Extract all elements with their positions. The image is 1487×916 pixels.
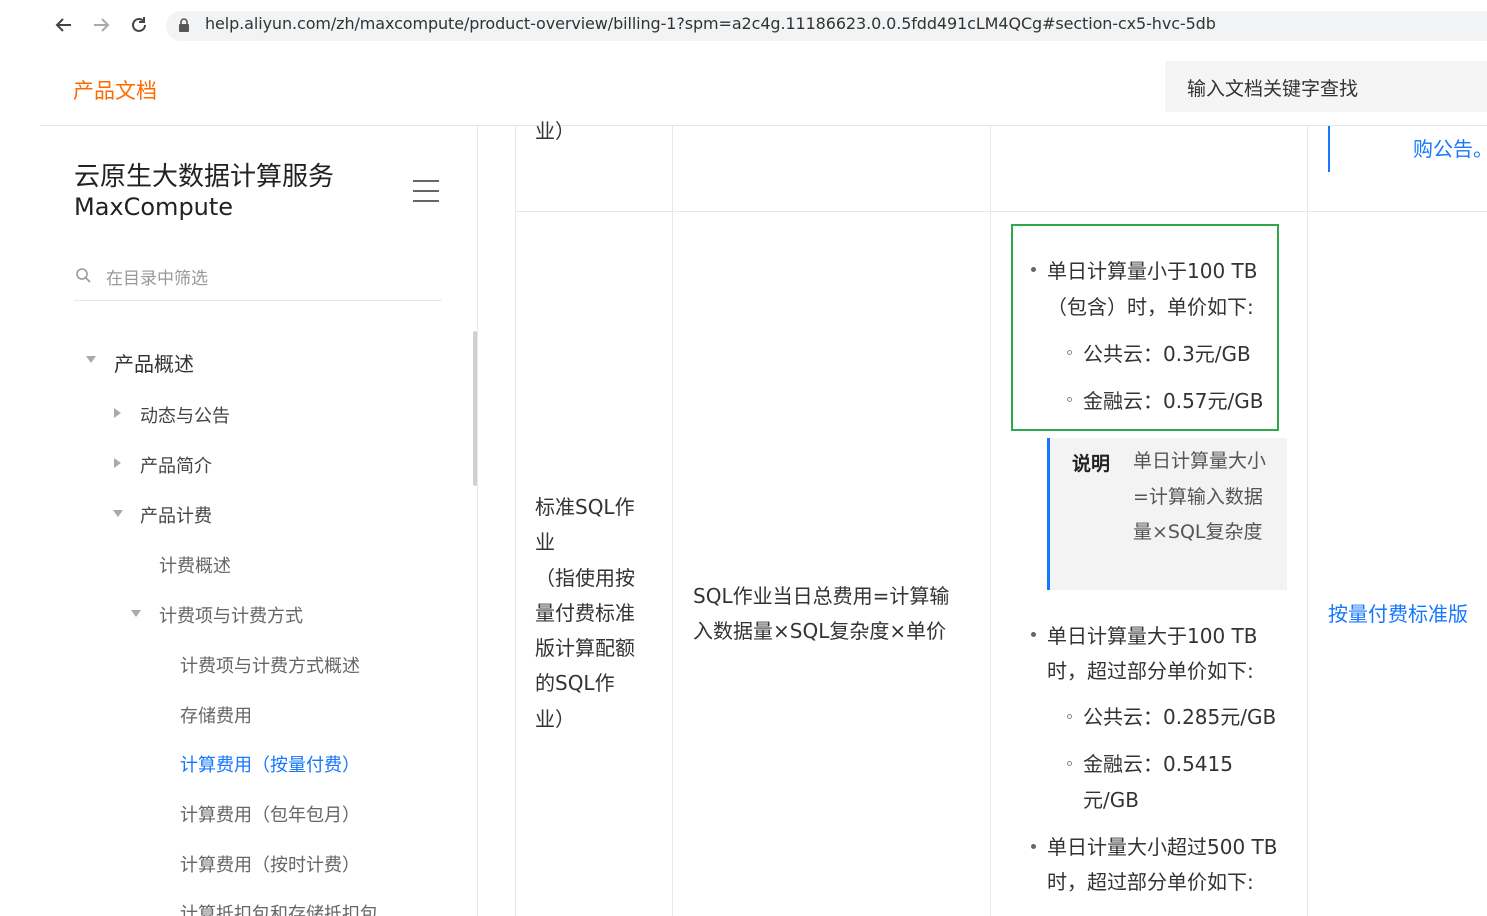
toc-item-billing-overview[interactable]: 计费概述: [159, 552, 231, 578]
bullet: [1031, 632, 1036, 637]
sidebar-border: [477, 126, 478, 916]
toc-item-deduction-packages[interactable]: 计算抵扣包和存储抵扣包: [180, 900, 378, 916]
arrow-left-icon: [55, 18, 71, 32]
filter-underline: [74, 300, 442, 301]
prev-row-notice-link[interactable]: 购公告。: [1413, 132, 1487, 167]
chevron-down-icon[interactable]: [86, 356, 96, 363]
note-text: 单日计算量大小=计算输入数据量×SQL复杂度: [1133, 450, 1267, 543]
tier1-condition: 单日计算量小于100 TB: [1047, 259, 1258, 283]
formula-line: 入数据量×SQL复杂度×单价: [693, 619, 947, 643]
sub-bullet: [1067, 714, 1072, 719]
tier2-public-price: 公共云：0.285元/GB: [1083, 705, 1277, 729]
search-placeholder: 输入文档关键字查找: [1187, 78, 1359, 100]
reload-button[interactable]: [126, 10, 152, 40]
doc-search-input[interactable]: 输入文档关键字查找: [1165, 61, 1487, 112]
tier3-condition: 单日计量大小超过500 TB: [1047, 835, 1278, 859]
sidebar-scrollbar[interactable]: [473, 331, 477, 486]
table-border: [990, 126, 991, 916]
bullet: [1031, 844, 1036, 849]
product-name-en: MaxCompute: [74, 193, 234, 221]
notice-accent-bar: [1328, 126, 1330, 172]
formula-line: SQL作业当日总费用=计算输: [693, 584, 950, 608]
job-type-line: 标准SQL作: [535, 495, 635, 519]
table-row-divider: [515, 211, 1487, 212]
toc-item-storage-fee[interactable]: 存储费用: [180, 702, 252, 728]
reload-icon: [132, 17, 146, 32]
lock-icon: [179, 18, 189, 32]
toc-item-billing-methods-overview[interactable]: 计费项与计费方式概述: [180, 652, 360, 678]
forward-button[interactable]: [88, 10, 114, 40]
sub-bullet: [1067, 397, 1072, 402]
tier2-finance-price-cont: 元/GB: [1083, 788, 1139, 812]
search-icon: [76, 268, 91, 283]
table-border: [515, 126, 516, 916]
hamburger-menu-icon[interactable]: [413, 180, 439, 202]
tier2-condition-cont: 时，超过部分单价如下:: [1047, 659, 1254, 683]
tier2-finance-price: 金融云：0.5415: [1083, 752, 1233, 776]
toc-item-product-overview[interactable]: 产品概述: [114, 348, 194, 377]
job-type-line: 的SQL作: [535, 671, 615, 695]
header-title[interactable]: 产品文档: [73, 75, 157, 105]
product-name-cn: 云原生大数据计算服务: [74, 162, 335, 192]
table-border: [1307, 126, 1308, 916]
sub-bullet: [1067, 350, 1072, 355]
job-type-line: （指使用按: [535, 566, 635, 590]
chevron-down-icon[interactable]: [131, 610, 141, 617]
toc-item-compute-fee-payg[interactable]: 计算费用（按量付费）: [180, 751, 360, 777]
toc-item-compute-fee-subscription[interactable]: 计算费用（包年包月）: [180, 801, 360, 827]
toc-item-compute-fee-hourly[interactable]: 计算费用（按时计费）: [180, 851, 360, 877]
tier1-public-price: 公共云：0.3元/GB: [1083, 342, 1251, 366]
job-type-line: 业: [535, 530, 555, 554]
toc-item-billing[interactable]: 产品计费: [140, 502, 212, 528]
sub-bullet: [1067, 761, 1072, 766]
toc-item-billing-methods[interactable]: 计费项与计费方式: [159, 602, 303, 628]
toc-item-intro[interactable]: 产品简介: [140, 452, 212, 478]
job-type-line: 版计算配额: [535, 636, 635, 660]
chevron-right-icon[interactable]: [114, 408, 121, 418]
bullet: [1031, 267, 1036, 272]
back-button[interactable]: [51, 10, 77, 40]
job-type-line: 业）: [535, 707, 575, 731]
toc-filter-input[interactable]: 在目录中筛选: [106, 264, 208, 289]
payg-standard-edition-link[interactable]: 按量付费标准版: [1328, 597, 1468, 632]
tier1-condition-cont: （包含）时，单价如下:: [1047, 295, 1254, 319]
table-border: [672, 126, 673, 916]
note-label: 说明: [1072, 453, 1111, 475]
toc-item-news[interactable]: 动态与公告: [140, 402, 230, 428]
tier2-condition: 单日计算量大于100 TB: [1047, 624, 1258, 648]
arrow-right-icon: [94, 18, 110, 32]
prev-row-job-type-tail: 业）: [535, 119, 575, 143]
sidebar: [40, 126, 477, 916]
chevron-right-icon[interactable]: [114, 458, 121, 468]
tier3-condition-cont: 时，超过部分单价如下:: [1047, 870, 1254, 894]
job-type-line: 量付费标准: [535, 601, 635, 625]
chevron-down-icon[interactable]: [113, 510, 123, 517]
tier1-finance-price: 金融云：0.57元/GB: [1083, 389, 1264, 413]
url-text[interactable]: help.aliyun.com/zh/maxcompute/product-ov…: [205, 14, 1216, 33]
